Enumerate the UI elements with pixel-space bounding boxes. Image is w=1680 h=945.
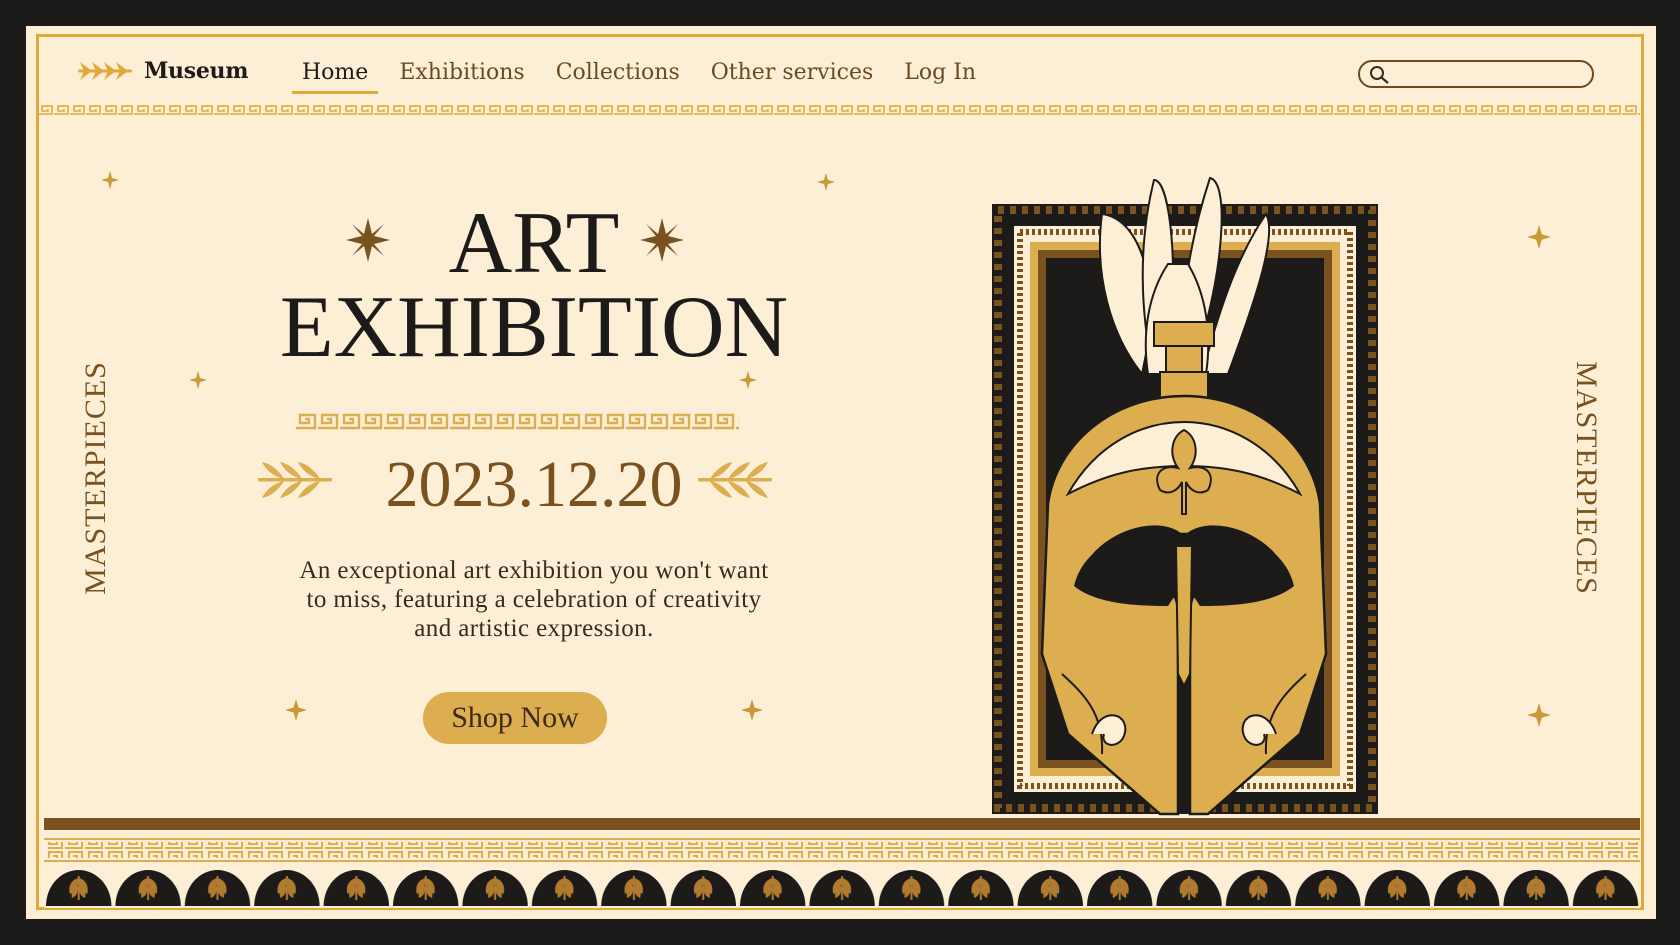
laurel-branch-icon bbox=[258, 462, 332, 498]
search-icon bbox=[1370, 66, 1389, 84]
star-icon bbox=[1527, 225, 1551, 249]
description-line: An exceptional art exhibition you won't … bbox=[299, 557, 769, 584]
shop-now-button[interactable]: Shop Now bbox=[423, 692, 607, 744]
hero-title-line1: ART bbox=[448, 195, 620, 292]
star-icon bbox=[285, 699, 307, 721]
star-icon bbox=[1527, 703, 1551, 727]
meander-divider-top bbox=[38, 104, 1640, 116]
description-line: to miss, featuring a celebration of crea… bbox=[306, 586, 762, 613]
nav-log-in[interactable]: Log In bbox=[904, 60, 976, 94]
nav-collections[interactable]: Collections bbox=[556, 60, 680, 94]
search-bar[interactable] bbox=[1358, 60, 1594, 88]
laurel-arrow-icon bbox=[78, 62, 132, 80]
star-icon bbox=[741, 699, 763, 721]
hero-description: An exceptional art exhibition you won't … bbox=[254, 556, 814, 643]
star-icon bbox=[189, 371, 207, 389]
page-canvas: Museum Home Exhibitions Collections Othe… bbox=[26, 26, 1656, 919]
helmet-artwork bbox=[992, 176, 1378, 816]
hero-title-line2: EXHIBITION bbox=[279, 279, 789, 376]
decorative-border-bottom bbox=[44, 818, 1640, 908]
star-icon bbox=[817, 173, 835, 191]
event-date: 2023.12.20 bbox=[385, 448, 683, 521]
logo[interactable]: Museum bbox=[78, 58, 249, 84]
nav-other-services[interactable]: Other services bbox=[711, 60, 874, 94]
nav-home[interactable]: Home bbox=[292, 60, 379, 94]
description-line: and artistic expression. bbox=[414, 615, 654, 642]
star-icon bbox=[101, 171, 119, 189]
search-input[interactable] bbox=[1394, 64, 1588, 86]
side-text-right: MASTERPIECES bbox=[1570, 361, 1603, 595]
main-nav: Home Exhibitions Collections Other servi… bbox=[292, 60, 1007, 94]
brand-name: Museum bbox=[144, 58, 249, 84]
side-text-left: MASTERPIECES bbox=[79, 361, 112, 595]
nav-exhibitions[interactable]: Exhibitions bbox=[399, 60, 524, 94]
meander-divider bbox=[295, 412, 739, 430]
